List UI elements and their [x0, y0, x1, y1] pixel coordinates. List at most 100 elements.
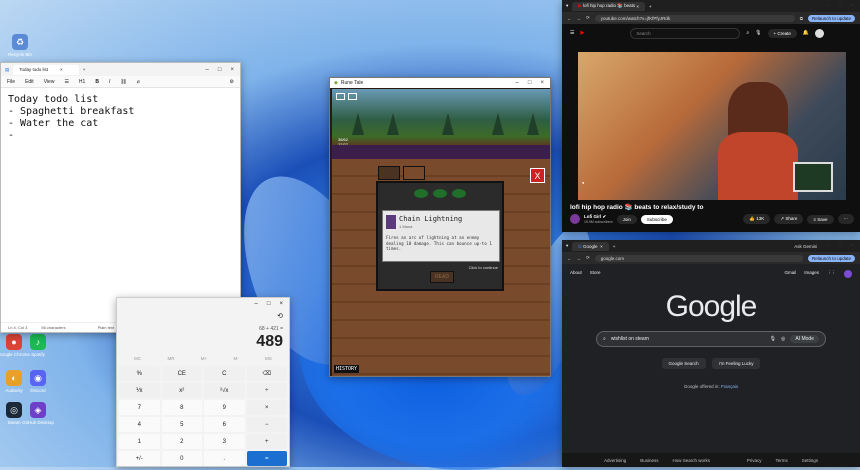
maximize-icon[interactable]: □: [839, 243, 842, 249]
new-tab-button[interactable]: +: [613, 244, 616, 249]
save-button[interactable]: ≡ Save: [807, 214, 834, 224]
deck-tab[interactable]: [378, 166, 400, 180]
tab-search-icon[interactable]: ▾: [566, 243, 568, 249]
calc-key[interactable]: 1: [119, 434, 160, 449]
subscribe-button[interactable]: Subscribe: [640, 214, 673, 224]
join-button[interactable]: Join: [616, 214, 637, 224]
mem-store[interactable]: MS: [265, 356, 272, 361]
apps-icon[interactable]: ⋮⋮: [827, 270, 836, 278]
list-icon[interactable]: ☰: [64, 79, 68, 85]
clear-format-icon[interactable]: ⌀: [137, 79, 140, 85]
history-button[interactable]: HISTORY: [334, 365, 360, 373]
link-icon[interactable]: ⛓: [120, 79, 126, 85]
mic-icon[interactable]: 🎙: [755, 30, 761, 36]
calc-key[interactable]: x²: [161, 383, 202, 398]
calc-key[interactable]: ×: [246, 400, 287, 415]
search-box[interactable]: ⌕ wishlist on steam 🎙 ◎ AI Mode: [596, 331, 826, 347]
calc-key[interactable]: 5: [161, 417, 202, 432]
calc-key[interactable]: 7: [119, 400, 160, 415]
maximize-icon[interactable]: □: [218, 67, 222, 73]
heading-dropdown[interactable]: H1: [79, 79, 85, 85]
reload-icon[interactable]: ⟳: [586, 255, 590, 261]
spell-tab[interactable]: [403, 166, 425, 180]
minimize-icon[interactable]: –: [516, 80, 519, 86]
ai-mode-button[interactable]: AI Mode: [790, 335, 819, 343]
close-icon[interactable]: ×: [279, 301, 283, 307]
extension-icon[interactable]: ⧉: [800, 16, 803, 21]
footer-link[interactable]: Privacy: [747, 458, 762, 463]
hamburger-icon[interactable]: ☰: [570, 30, 574, 36]
footer-link[interactable]: Settings: [802, 458, 818, 463]
youtube-logo[interactable]: ▶: [580, 30, 584, 36]
desktop-icon[interactable]: ◈ GitHub Desktop: [18, 402, 58, 425]
video-player[interactable]: ●: [578, 52, 846, 200]
close-icon[interactable]: ×: [851, 3, 854, 9]
calc-key[interactable]: .: [204, 451, 245, 466]
desktop-icon[interactable]: ◉ Discord: [18, 370, 58, 393]
settings-icon[interactable]: ⚙: [230, 79, 240, 85]
new-tab-button[interactable]: +: [83, 67, 86, 72]
calc-key[interactable]: ²√x: [204, 383, 245, 398]
close-panel-button[interactable]: X: [530, 168, 545, 183]
forward-icon[interactable]: →: [577, 16, 582, 21]
calc-key[interactable]: 3: [204, 434, 245, 449]
maximize-icon[interactable]: □: [839, 3, 842, 9]
calc-key[interactable]: CE: [161, 366, 202, 381]
italic-icon[interactable]: I: [109, 79, 110, 85]
menu-icon[interactable]: [336, 93, 345, 100]
calc-key[interactable]: −: [246, 417, 287, 432]
about-link[interactable]: About: [570, 270, 582, 278]
youtube-browser-window[interactable]: ▾ ▶ lofi hip hop radio 📚 beats × + – □ × ←…: [562, 0, 860, 232]
relaunch-button[interactable]: Relaunch to update: [807, 14, 855, 22]
calc-key[interactable]: ÷: [246, 383, 287, 398]
notifications-icon[interactable]: 🔔: [803, 30, 809, 36]
gmail-link[interactable]: Gmail: [784, 270, 796, 278]
calc-key[interactable]: 6: [204, 417, 245, 432]
language-link[interactable]: Français: [721, 384, 738, 389]
calc-key[interactable]: 0: [161, 451, 202, 466]
footer-link[interactable]: Business: [640, 458, 658, 463]
mem-add[interactable]: M+: [201, 356, 207, 361]
read-button[interactable]: READ: [430, 271, 454, 283]
browser-tab[interactable]: ▶ lofi hip hop radio 📚 beats ×: [572, 1, 646, 11]
calc-key[interactable]: +/-: [119, 451, 160, 466]
search-query[interactable]: wishlist on steam: [611, 336, 765, 342]
notepad-window[interactable]: ▤ Today todo list × + – □ × File Edit View …: [0, 62, 241, 333]
store-link[interactable]: Store: [590, 270, 601, 278]
reload-icon[interactable]: ⟳: [586, 15, 590, 21]
menu-edit[interactable]: Edit: [25, 79, 34, 85]
calc-key[interactable]: ⅟x: [119, 383, 160, 398]
address-bar[interactable]: youtube.com/watch?v=jfKfPfyJRdk: [594, 14, 795, 22]
history-icon[interactable]: ⟲: [277, 312, 283, 320]
back-icon[interactable]: ←: [567, 256, 572, 261]
calc-key[interactable]: 9: [204, 400, 245, 415]
footer-link[interactable]: Advertising: [604, 458, 626, 463]
tab-search-icon[interactable]: ▾: [566, 3, 568, 9]
google-browser-window[interactable]: ▾ G Google × + Ask Gemini – □ × ← → ⟳ google…: [562, 240, 860, 467]
close-icon[interactable]: ×: [540, 80, 544, 86]
continue-prompt[interactable]: Click to continue: [469, 265, 498, 270]
footer-link[interactable]: Terms: [775, 458, 787, 463]
back-icon[interactable]: ←: [567, 16, 572, 21]
search-icon[interactable]: ⌕: [746, 30, 749, 36]
browser-tab[interactable]: G Google ×: [572, 241, 609, 251]
like-button[interactable]: 👍 13K: [743, 214, 771, 224]
calc-key[interactable]: 2: [161, 434, 202, 449]
relaunch-button[interactable]: Relaunch to update: [807, 254, 855, 262]
minimize-icon[interactable]: –: [827, 243, 830, 249]
address-bar[interactable]: google.com: [594, 254, 803, 262]
calc-key[interactable]: C: [204, 366, 245, 381]
calc-key[interactable]: 4: [119, 417, 160, 432]
more-button[interactable]: ⋯: [837, 214, 854, 224]
channel-avatar[interactable]: [570, 214, 580, 224]
mem-clear[interactable]: MC: [134, 356, 141, 361]
calculator-window[interactable]: – □ × ⟲ 68 + 421 = 489 MC MR M+ M- MS % CE C…: [116, 297, 290, 467]
avatar[interactable]: [815, 28, 825, 38]
notepad-text-area[interactable]: Today todo list - Spaghetti breakfast - Wa…: [1, 88, 240, 148]
images-link[interactable]: Images: [804, 270, 819, 278]
share-button[interactable]: ↗ Share: [774, 214, 804, 224]
desktop-icon[interactable]: ♪ Spotify: [18, 334, 58, 357]
minimize-icon[interactable]: –: [255, 301, 258, 307]
calc-key[interactable]: %: [119, 366, 160, 381]
mem-sub[interactable]: M-: [233, 356, 238, 361]
